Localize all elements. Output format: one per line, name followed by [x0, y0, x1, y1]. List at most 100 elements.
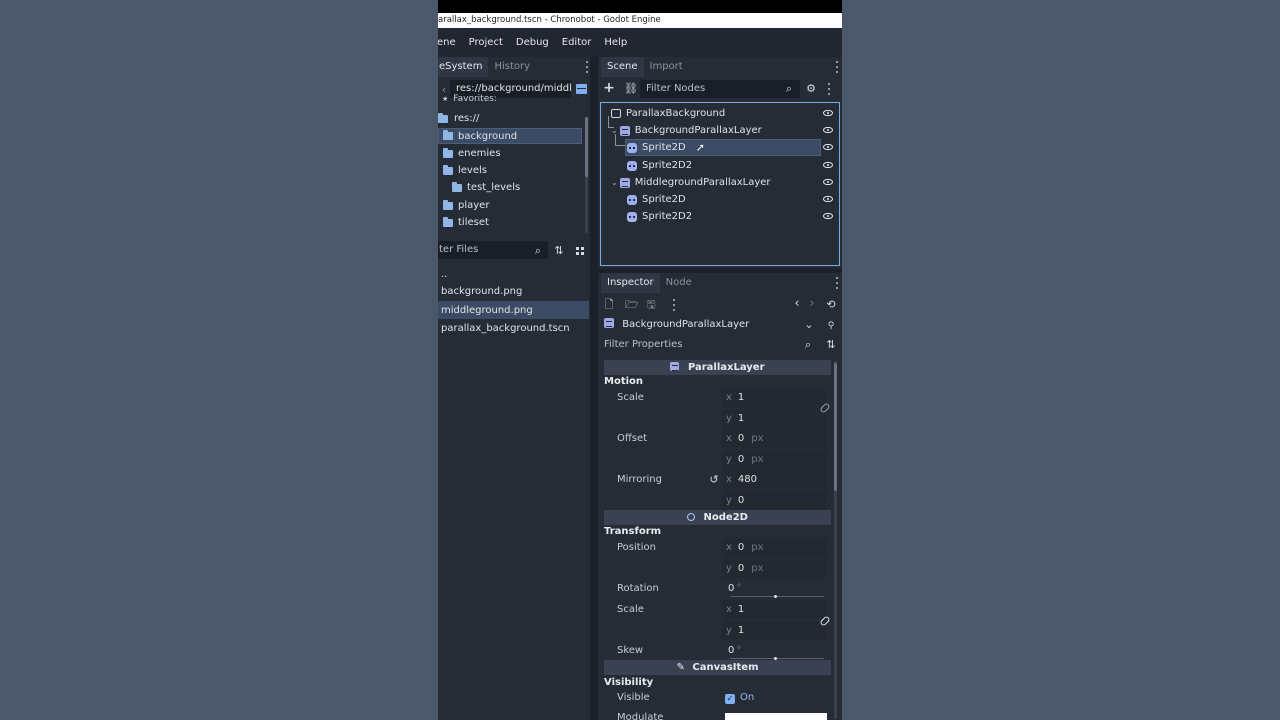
doc-icon[interactable]: ⚲ [825, 320, 837, 332]
visibility-eye-icon[interactable] [823, 144, 833, 150]
resource-menu-icon[interactable] [671, 299, 677, 311]
filesystem-dock: eSystem History ‹ res://background/middl… [438, 57, 590, 720]
inspector-menu-icon[interactable] [834, 277, 840, 289]
prop-position-label: Position [617, 542, 656, 553]
visible-checkbox[interactable]: ✓ [725, 694, 735, 704]
favorites-label: ★ Favorites: [442, 93, 497, 106]
file-item-parallax-background-tscn[interactable]: parallax_background.tscn [441, 320, 586, 337]
tab-history[interactable]: History [488, 57, 536, 77]
save-icon[interactable]: 🖫 [646, 299, 656, 311]
menu-scene[interactable]: ene [438, 37, 456, 48]
open-folder-icon[interactable]: 🗁 [625, 299, 639, 311]
menu-debug[interactable]: Debug [516, 37, 549, 48]
prop-offset-y[interactable]: y 0 px [722, 450, 826, 469]
file-item-background-png[interactable]: background.png [441, 283, 586, 300]
tree-item-res[interactable]: res:// [438, 110, 578, 127]
tab-inspector[interactable]: Inspector [601, 273, 660, 293]
add-node-icon[interactable]: + [603, 81, 615, 95]
prop-t-scale-x[interactable]: x1 [722, 600, 826, 619]
tab-node[interactable]: Node [660, 273, 698, 293]
history-icon[interactable]: ⟲ [825, 299, 837, 311]
node-middleground-parallax-layer[interactable]: ⌄ MiddlegroundParallaxLayer [611, 174, 771, 191]
section-node2d[interactable]: Node2D [604, 510, 831, 525]
skew-slider[interactable] [730, 657, 824, 660]
tree-item-tileset[interactable]: tileset [438, 214, 578, 231]
prop-scale-label: Scale [617, 392, 644, 403]
filesystem-tabs: eSystem History [438, 57, 536, 77]
parallax-background-icon [611, 109, 621, 118]
chevron-down-icon[interactable]: ⌄ [804, 319, 814, 331]
tree-item-player[interactable]: player [438, 197, 578, 214]
tab-import[interactable]: Import [644, 57, 689, 77]
section-canvasitem[interactable]: ✎ CanvasItem [604, 660, 831, 675]
link-icon[interactable]: ⛓ [624, 83, 638, 95]
folder-icon [452, 181, 462, 192]
prop-position-y[interactable]: y 0 px [722, 559, 826, 578]
prop-scale-y[interactable]: y1 [722, 409, 826, 428]
prop-mirroring-y[interactable]: y0 [722, 491, 826, 510]
filter-settings-icon[interactable]: ⇅ [825, 339, 837, 351]
visibility-eye-icon[interactable] [823, 213, 833, 219]
inspector-scrollbar[interactable] [834, 361, 837, 719]
prop-visible-label: Visible [617, 692, 650, 703]
mouse-cursor-icon: ➚ [695, 141, 705, 154]
node-sprite2d2[interactable]: Sprite2D2 [627, 157, 692, 174]
history-back-icon[interactable]: ‹ [792, 297, 802, 310]
prop-offset-x[interactable]: x 0 px [722, 429, 826, 448]
node-sprite2d-b[interactable]: Sprite2D [627, 191, 686, 208]
group-visibility[interactable]: Visibility [604, 676, 653, 690]
scene-menu-icon[interactable] [834, 61, 840, 73]
group-motion[interactable]: Motion [604, 375, 643, 389]
tree-item-levels[interactable]: levels [438, 162, 578, 179]
prop-scale-x[interactable]: x1 [722, 388, 826, 407]
godot-editor-window: arallax_background.tscn - Chronobot - Go… [438, 0, 842, 720]
file-item-middleground-png[interactable]: middleground.png [438, 301, 589, 319]
modulate-color-swatch[interactable] [725, 713, 827, 720]
tree-scrollbar[interactable] [585, 117, 588, 233]
prop-mirroring-x[interactable]: x 480 [722, 470, 826, 489]
menu-help[interactable]: Help [604, 37, 627, 48]
chevron-down-icon[interactable]: ⌄ [611, 174, 618, 191]
grid-view-icon[interactable] [576, 247, 584, 255]
tree-item-test-levels[interactable]: test_levels [438, 179, 578, 196]
tab-scene[interactable]: Scene [601, 57, 644, 77]
filesystem-menu-icon[interactable] [584, 61, 590, 73]
menu-editor[interactable]: Editor [562, 37, 592, 48]
parallax-layer-icon [604, 318, 614, 328]
visibility-eye-icon[interactable] [823, 110, 833, 116]
visibility-eye-icon[interactable] [823, 196, 833, 202]
rotation-slider[interactable] [730, 595, 824, 598]
tab-filesystem[interactable]: eSystem [438, 57, 489, 77]
group-transform[interactable]: Transform [604, 525, 661, 539]
sprite2d-icon [627, 142, 637, 153]
sprite2d-icon [627, 160, 637, 171]
history-forward-icon[interactable]: › [807, 297, 817, 310]
node-background-parallax-layer[interactable]: ⌄ BackgroundParallaxLayer [611, 122, 762, 139]
prop-t-scale-y[interactable]: y1 [722, 621, 826, 640]
node-sprite2d2-b[interactable]: Sprite2D2 [627, 208, 692, 225]
search-icon: ⌕ [804, 338, 812, 351]
remote-scene-icon[interactable]: ⚙ [805, 83, 817, 95]
parallax-layer-icon [619, 177, 630, 188]
new-resource-icon[interactable]: 🗋 [604, 299, 614, 311]
sort-icon[interactable]: ⇅ [553, 245, 565, 257]
object-selector[interactable]: BackgroundParallaxLayer [602, 316, 817, 334]
scene-tree-menu-icon[interactable] [826, 83, 832, 95]
folder-icon [443, 199, 453, 210]
visibility-eye-icon[interactable] [823, 179, 833, 185]
prop-skew-label: Skew [617, 645, 644, 656]
filter-nodes-input[interactable]: Filter Nodes [640, 80, 800, 98]
visibility-eye-icon[interactable] [823, 162, 833, 168]
menu-project[interactable]: Project [469, 37, 503, 48]
file-item-parent[interactable]: .. [441, 266, 447, 282]
revert-icon[interactable]: ↺ [708, 474, 720, 486]
prop-position-x[interactable]: x 0 px [722, 538, 826, 557]
node-sprite2d-selected[interactable]: Sprite2D ➚ [625, 139, 821, 156]
filter-properties-input[interactable]: Filter Properties [602, 336, 817, 354]
visibility-eye-icon[interactable] [823, 127, 833, 133]
section-parallaxlayer[interactable]: ParallaxLayer [604, 360, 831, 375]
node-parallax-background[interactable]: ParallaxBackground [611, 105, 725, 122]
split-view-icon[interactable] [576, 84, 587, 94]
tree-item-background[interactable]: background [438, 128, 582, 144]
tree-item-enemies[interactable]: enemies [438, 145, 578, 162]
